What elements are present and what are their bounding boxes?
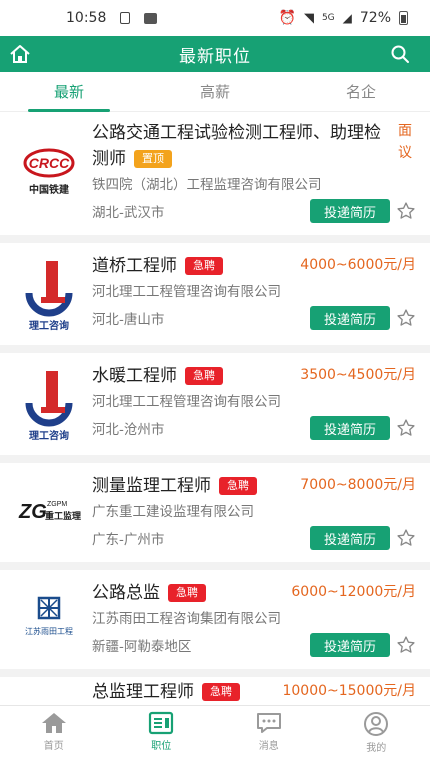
- bottom-nav: 首页 职位 消息 我的: [0, 705, 430, 765]
- job-location: 河北-唐山市: [92, 312, 165, 328]
- profile-icon: [364, 712, 389, 736]
- battery-icon: [399, 11, 408, 25]
- job-card[interactable]: ZG ZGPM 重工监理 测量监理工程师 急聘 7000~8000元/月 广东重工…: [0, 463, 430, 562]
- job-list: CRCC 中国铁建 公路交通工程试验检测工程师、助理检测师 置顶 面议 铁四院（湖…: [0, 112, 430, 705]
- urgent-badge: 急聘: [185, 367, 223, 385]
- tab-high-salary[interactable]: 高薪: [180, 73, 250, 110]
- pinned-badge: 置顶: [134, 150, 172, 168]
- company-logo: [16, 679, 82, 693]
- nav-profile[interactable]: 我的: [323, 706, 430, 765]
- favorite-button[interactable]: [396, 528, 416, 548]
- favorite-button[interactable]: [396, 418, 416, 438]
- search-button[interactable]: [380, 36, 420, 72]
- tab-latest[interactable]: 最新: [28, 73, 110, 112]
- nav-jobs-label: 职位: [151, 741, 172, 752]
- job-salary: 7000~8000元/月: [300, 477, 416, 493]
- apply-button[interactable]: 投递简历: [309, 633, 390, 657]
- app-header: 最新职位: [0, 36, 430, 72]
- company-name: 河北理工工程管理咨询有限公司: [92, 284, 281, 300]
- status-bar: 10:58 ⏰ ◥ 5G ◢ 72%: [0, 0, 430, 36]
- nav-jobs[interactable]: 职位: [108, 706, 216, 765]
- urgent-badge: 急聘: [168, 584, 206, 602]
- apply-button[interactable]: 投递简历: [309, 306, 390, 330]
- nav-messages-label: 消息: [258, 741, 279, 752]
- star-icon: [397, 419, 415, 436]
- job-salary: 6000~12000元/月: [291, 584, 416, 600]
- job-card[interactable]: 江苏雨田工程 公路总监 急聘 6000~12000元/月 江苏雨田工程咨询集团有限…: [0, 570, 430, 669]
- image-notification-icon: [144, 12, 158, 24]
- company-logo: ZG ZGPM 重工监理: [16, 473, 82, 550]
- job-title: 水暖工程师: [92, 366, 177, 386]
- company-logo: 理工咨询: [16, 253, 82, 333]
- apply-button[interactable]: 投递简历: [309, 526, 390, 550]
- company-name: 广东重工建设监理有限公司: [92, 504, 254, 520]
- job-location: 湖北-武汉市: [92, 205, 165, 221]
- star-icon: [397, 309, 415, 326]
- job-salary: 4000~6000元/月: [300, 257, 416, 273]
- urgent-badge: 急聘: [202, 683, 240, 701]
- home-icon: [10, 45, 30, 63]
- company-name: 河北理工工程管理咨询有限公司: [92, 394, 281, 410]
- company-name: 铁四院（湖北）工程监理咨询有限公司: [92, 177, 322, 193]
- svg-text:中国铁建: 中国铁建: [29, 183, 70, 196]
- battery-percent: 72%: [359, 10, 391, 26]
- nav-home[interactable]: 首页: [0, 706, 108, 765]
- notification-icon: [120, 12, 131, 24]
- alarm-icon: ⏰: [278, 10, 296, 26]
- status-time: 10:58: [66, 10, 107, 26]
- company-logo: 理工咨询: [16, 363, 82, 443]
- page-title: 最新职位: [179, 46, 251, 67]
- svg-text:江苏雨田工程: 江苏雨田工程: [25, 626, 73, 636]
- job-location: 河北-沧州市: [92, 422, 165, 438]
- star-icon: [397, 636, 415, 653]
- svg-text:ZGPM: ZGPM: [47, 501, 67, 508]
- job-title: 测量监理工程师: [92, 476, 211, 496]
- company-logo: CRCC 中国铁建: [16, 120, 82, 223]
- job-salary: 面议: [398, 123, 412, 161]
- job-title: 道桥工程师: [92, 256, 177, 276]
- favorite-button[interactable]: [396, 635, 416, 655]
- job-location: 新疆-阿勒泰地区: [92, 639, 192, 655]
- urgent-badge: 急聘: [219, 477, 257, 495]
- urgent-badge: 急聘: [185, 257, 223, 275]
- favorite-button[interactable]: [396, 201, 416, 221]
- company-logo: 江苏雨田工程: [16, 580, 82, 657]
- job-salary: 10000~15000元/月: [282, 683, 416, 699]
- job-card[interactable]: CRCC 中国铁建 公路交通工程试验检测工程师、助理检测师 置顶 面议 铁四院（湖…: [0, 112, 430, 235]
- job-card[interactable]: 理工咨询 水暖工程师 急聘 3500~4500元/月 河北理工工程管理咨询有限公司…: [0, 353, 430, 455]
- nav-messages[interactable]: 消息: [215, 706, 323, 765]
- search-icon: [391, 45, 409, 63]
- job-list-icon: [149, 711, 174, 735]
- home-button[interactable]: [0, 36, 40, 72]
- message-icon: [256, 713, 281, 733]
- svg-text:ZG: ZG: [18, 501, 47, 523]
- job-card[interactable]: 理工咨询 道桥工程师 急聘 4000~6000元/月 河北理工工程管理咨询有限公司…: [0, 243, 430, 345]
- star-icon: [397, 202, 415, 219]
- apply-button[interactable]: 投递简历: [309, 416, 390, 440]
- tab-famous-company[interactable]: 名企: [326, 73, 396, 110]
- favorite-button[interactable]: [396, 308, 416, 328]
- svg-text:理工咨询: 理工咨询: [29, 429, 69, 442]
- svg-text:重工监理: 重工监理: [45, 510, 81, 522]
- signal-icon: ◢: [342, 11, 352, 25]
- home-icon: [41, 713, 66, 733]
- job-location: 广东-广州市: [92, 532, 165, 548]
- svg-text:CRCC: CRCC: [29, 155, 70, 171]
- nav-home-label: 首页: [43, 741, 64, 752]
- star-icon: [397, 529, 415, 546]
- job-title: 公路总监: [92, 583, 160, 603]
- wifi-icon: ◥: [303, 10, 314, 26]
- apply-button[interactable]: 投递简历: [309, 199, 390, 223]
- company-name: 江苏雨田工程咨询集团有限公司: [92, 611, 281, 627]
- nav-profile-label: 我的: [366, 743, 387, 754]
- job-title: 总监理工程师: [92, 682, 194, 702]
- network-indicator: 5G: [321, 13, 335, 23]
- job-salary: 3500~4500元/月: [300, 367, 416, 383]
- svg-text:理工咨询: 理工咨询: [29, 319, 69, 332]
- job-card[interactable]: 总监理工程师 急聘 10000~15000元/月: [0, 677, 430, 705]
- tab-bar: 最新 高薪 名企: [0, 72, 430, 112]
